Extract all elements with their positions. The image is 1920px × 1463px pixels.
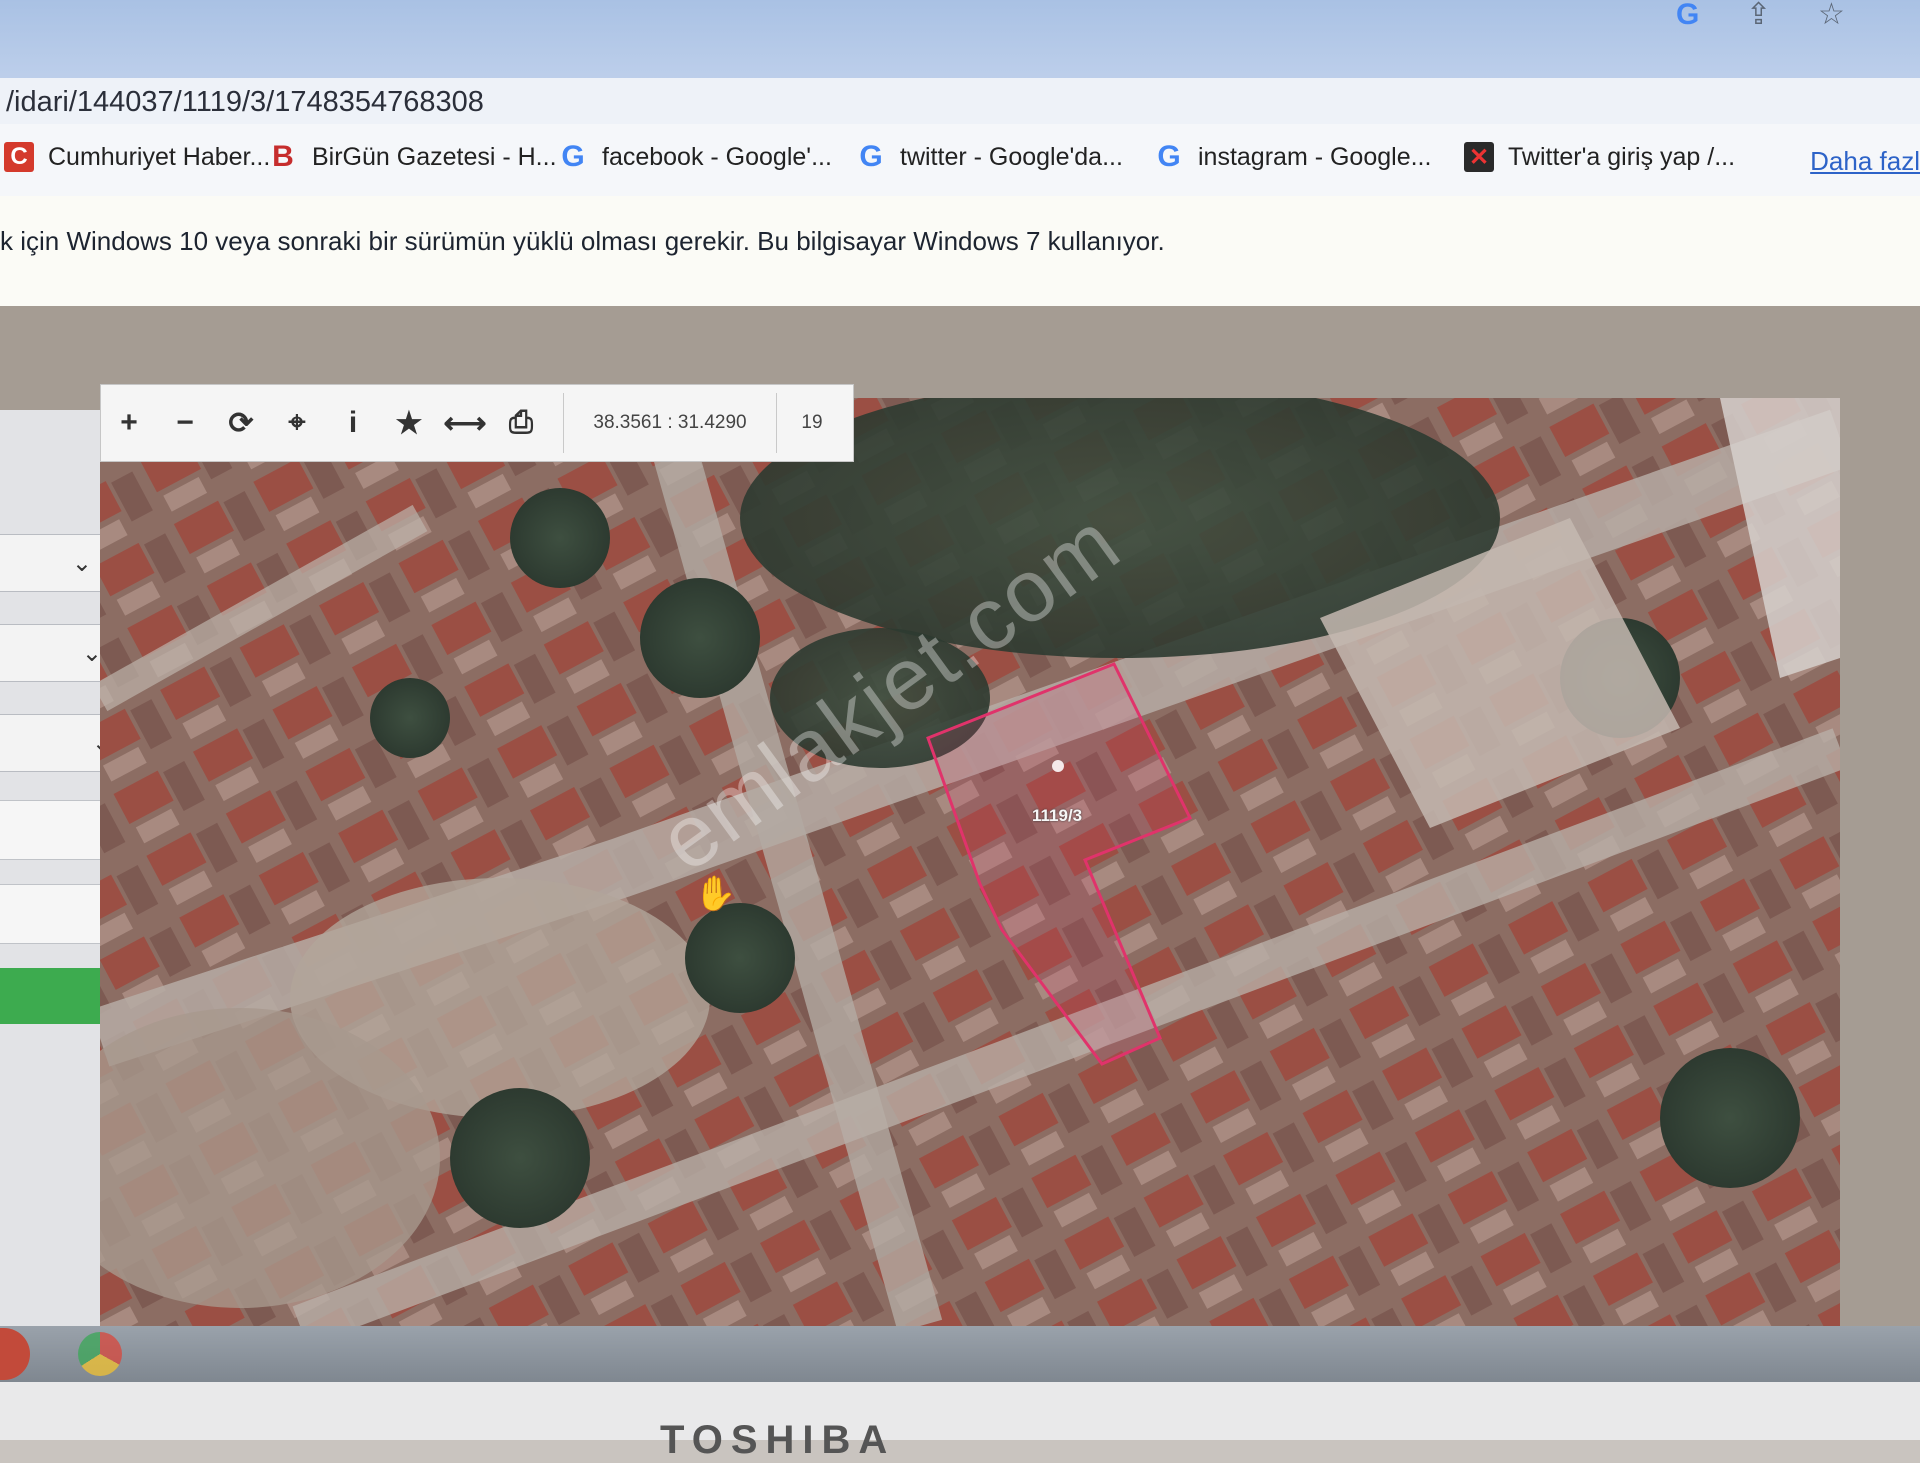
birgun-icon: B: [272, 140, 294, 173]
bookmark-label: Twitter'a giriş yap /...: [1508, 142, 1736, 171]
laptop-brand: TOSHIBA: [660, 1418, 896, 1462]
google-icon[interactable]: G: [1676, 0, 1699, 30]
favorite-star-icon[interactable]: ★: [381, 385, 437, 461]
coordinate-readout: 38.3561 : 31.4290: [563, 393, 777, 453]
refresh-icon[interactable]: ⟳: [213, 385, 269, 461]
zoom-level: 19: [801, 412, 823, 433]
bookmark-label: twitter - Google'da...: [900, 142, 1123, 171]
bookmark-facebook[interactable]: G facebook - Google'...: [558, 140, 832, 173]
hand-cursor-icon: ✋: [694, 875, 737, 913]
print-icon[interactable]: ⎙: [493, 385, 549, 461]
bookmark-cumhuriyet[interactable]: C Cumhuriyet Haber...: [4, 142, 270, 172]
parcel-label[interactable]: 1119/3: [1032, 806, 1082, 826]
share-icon[interactable]: ⇪: [1746, 0, 1771, 30]
cumhuriyet-icon: C: [4, 142, 34, 172]
more-link[interactable]: Daha fazl: [1810, 146, 1920, 177]
laptop-bezel: [0, 1382, 1920, 1440]
bookmark-label: facebook - Google'...: [602, 142, 832, 171]
bookmark-label: BirGün Gazetesi - H...: [312, 142, 557, 171]
twitter-x-icon: ✕: [1464, 142, 1494, 172]
info-message: k için Windows 10 veya sonraki bir sürüm…: [0, 226, 1165, 256]
google-icon: G: [1157, 140, 1181, 173]
zoom-out-icon[interactable]: −: [157, 385, 213, 461]
star-icon[interactable]: ☆: [1818, 0, 1845, 30]
sidebar-select-1[interactable]: ⌄: [0, 534, 107, 592]
bookmark-twitter[interactable]: G twitter - Google'da...: [856, 140, 1123, 173]
locate-icon[interactable]: ⌖: [269, 385, 325, 461]
bookmark-twitter-login[interactable]: ✕ Twitter'a giriş yap /...: [1464, 142, 1735, 172]
chevron-down-icon: ⌄: [81, 639, 102, 667]
google-icon: G: [859, 140, 883, 173]
chevron-down-icon: ⌄: [71, 549, 92, 577]
satellite-map[interactable]: [100, 398, 1840, 1326]
map-toolbar: + − ⟳ ⌖ i ★ ⟷ ⎙ 38.3561 : 31.4290 19: [100, 384, 854, 462]
info-icon[interactable]: i: [325, 385, 381, 461]
zoom-in-icon[interactable]: +: [101, 385, 157, 461]
bookmark-label: Cumhuriyet Haber...: [48, 142, 271, 171]
address-text[interactable]: /idari/144037/1119/3/1748354768308: [6, 86, 484, 119]
bookmark-instagram[interactable]: G instagram - Google...: [1154, 140, 1432, 173]
google-icon: G: [561, 140, 585, 173]
measure-icon[interactable]: ⟷: [437, 385, 493, 461]
bookmark-birgun[interactable]: B BirGün Gazetesi - H...: [268, 140, 557, 173]
satellite-imagery: [100, 398, 1840, 1326]
bookmark-label: instagram - Google...: [1198, 142, 1432, 171]
chrome-taskbar-icon[interactable]: [78, 1332, 122, 1376]
taskbar: [0, 1326, 1920, 1382]
